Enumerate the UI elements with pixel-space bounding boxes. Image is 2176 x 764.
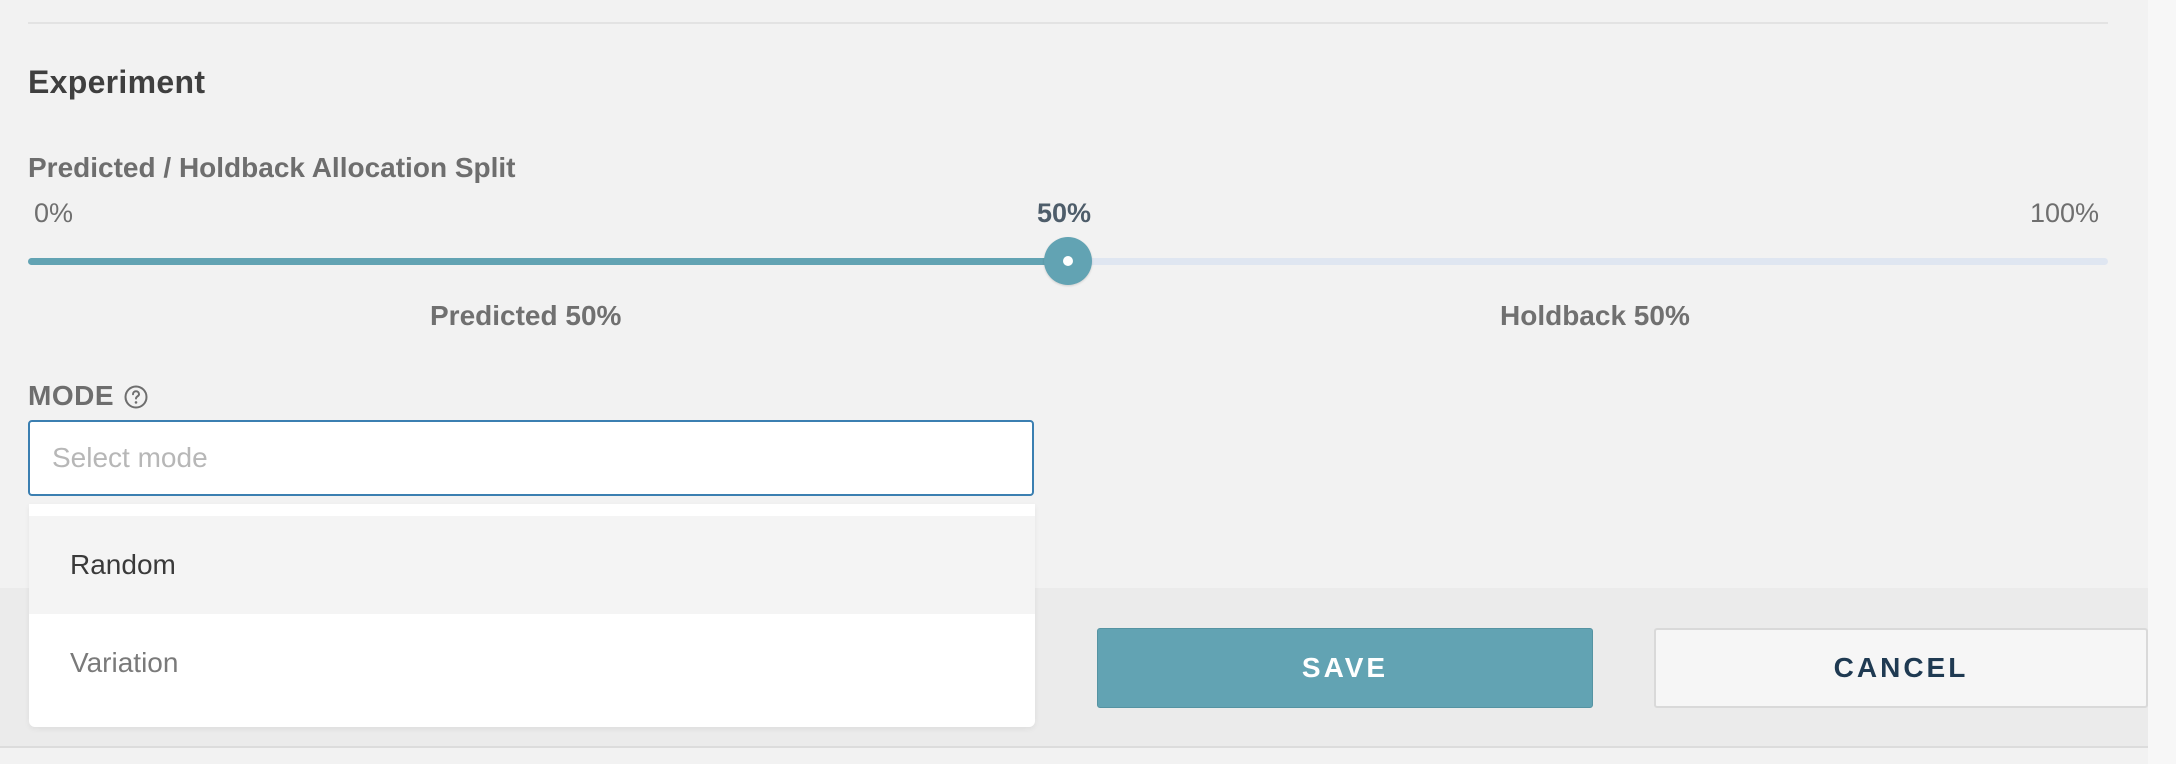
predicted-percentage-label: Predicted 50%	[430, 300, 622, 331]
section-title: Experiment	[28, 64, 206, 100]
slider-max-label: 100%	[2030, 198, 2100, 228]
allocation-slider-handle[interactable]	[1044, 237, 1092, 285]
mode-option-random[interactable]: Random	[29, 516, 1035, 614]
question-circle-icon[interactable]	[124, 384, 148, 409]
mode-option-variation[interactable]: Variation	[29, 614, 1035, 712]
experiment-panel	[0, 0, 2148, 588]
slider-value-label: 50%	[1037, 198, 1092, 228]
allocation-slider-fill	[28, 258, 1068, 265]
slider-handle-dot	[1063, 256, 1073, 266]
mode-label-text: MODE	[28, 380, 114, 411]
mode-select-input[interactable]	[28, 420, 1034, 496]
mode-dropdown-menu: Random Variation	[29, 504, 1035, 727]
top-divider	[28, 22, 2108, 24]
holdback-percentage-label: Holdback 50%	[1500, 300, 1690, 331]
slider-min-label: 0%	[34, 198, 74, 228]
footer-divider	[0, 746, 2148, 748]
save-button[interactable]: SAVE	[1097, 628, 1593, 708]
cancel-button[interactable]: CANCEL	[1654, 628, 2148, 708]
mode-label: MODE	[28, 380, 148, 412]
right-gutter	[2148, 0, 2176, 764]
dropdown-spacer	[29, 504, 1035, 516]
allocation-split-label: Predicted / Holdback Allocation Split	[28, 152, 516, 183]
